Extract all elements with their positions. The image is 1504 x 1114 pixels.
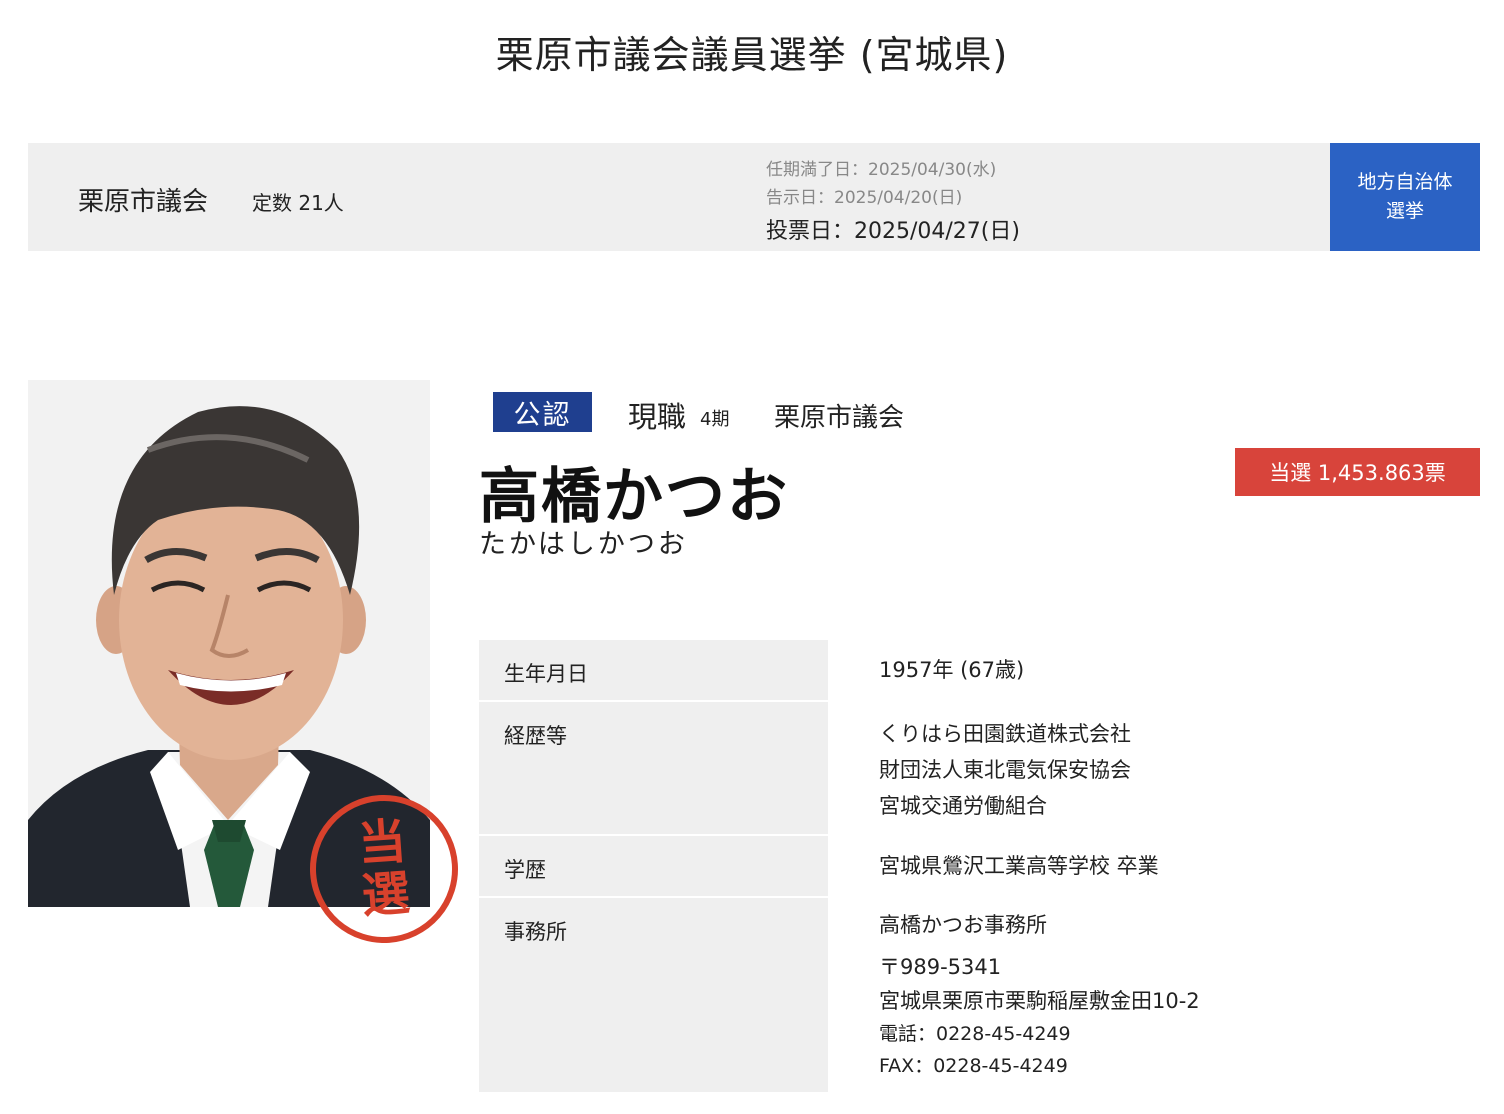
incumbent-status: 現職 (628, 400, 687, 434)
profile-row-career: 経歴等 くりはら田園鉄道株式会社 財団法人東北電気保安協会 宮城交通労働組合 (479, 702, 1480, 836)
candidate-kana: たかはしかつお (479, 529, 688, 560)
page-title: 栗原市議会議員選挙 (宮城県) (495, 33, 1009, 77)
profile-row-office: 事務所 高橋かつお事務所 〒989-5341 宮城県栗原市栗駒稲屋敷金田10-2… (479, 898, 1480, 1094)
office-value: 高橋かつお事務所 〒989-5341 宮城県栗原市栗駒稲屋敷金田10-2 電話：… (879, 898, 1480, 1082)
profile-row-birth: 生年月日 1957年 (67歳) (479, 640, 1480, 702)
career-label: 経歴等 (479, 702, 828, 834)
education-value: 宮城県鶯沢工業高等学校 卒業 (879, 854, 1159, 878)
career-item: くりはら田園鉄道株式会社 (879, 722, 1131, 746)
career-item: 宮城交通労働組合 (879, 794, 1047, 818)
term-end-date: 任期満了日：2025/04/30(水) (766, 160, 997, 180)
category-label: 地方自治体 選挙 (1357, 171, 1453, 222)
office-name: 高橋かつお事務所 (879, 913, 1047, 937)
office-phone: 電話：0228-45-4249 (879, 1023, 1071, 1045)
election-info-bar: 栗原市議会 定数 21人 任期満了日：2025/04/30(水) 告示日：202… (28, 143, 1480, 251)
election-result-badge: 当選 1,453.863票 (1235, 448, 1480, 496)
council-name: 栗原市議会 (78, 187, 209, 217)
profile-row-education: 学歴 宮城県鶯沢工業高等学校 卒業 (479, 836, 1480, 898)
vote-date: 投票日：2025/04/27(日) (766, 219, 1020, 244)
approved-tag: 公認 (493, 392, 592, 432)
office-label: 事務所 (479, 898, 828, 1092)
notice-date: 告示日：2025/04/20(日) (766, 188, 963, 208)
office-address: 宮城県栗原市栗駒稲屋敷金田10-2 (879, 989, 1200, 1013)
education-label: 学歴 (479, 836, 828, 896)
office-postal: 〒989-5341 (879, 955, 1002, 979)
career-value: くりはら田園鉄道株式会社 財団法人東北電気保安協会 宮城交通労働組合 (879, 702, 1480, 824)
election-category-badge[interactable]: 地方自治体 選挙 (1330, 143, 1480, 251)
term-count: 4期 (700, 409, 730, 430)
seat-count: 定数 21人 (252, 191, 344, 215)
birth-value: 1957年 (67歳) (879, 658, 1025, 682)
candidate-photo: 当 選 (28, 380, 463, 948)
office-fax: FAX：0228-45-4249 (879, 1055, 1068, 1077)
career-item: 財団法人東北電気保安協会 (879, 758, 1131, 782)
candidate-council: 栗原市議会 (774, 403, 905, 433)
profile-table: 生年月日 1957年 (67歳) 経歴等 くりはら田園鉄道株式会社 財団法人東北… (479, 640, 1480, 1094)
birth-label: 生年月日 (479, 640, 828, 700)
